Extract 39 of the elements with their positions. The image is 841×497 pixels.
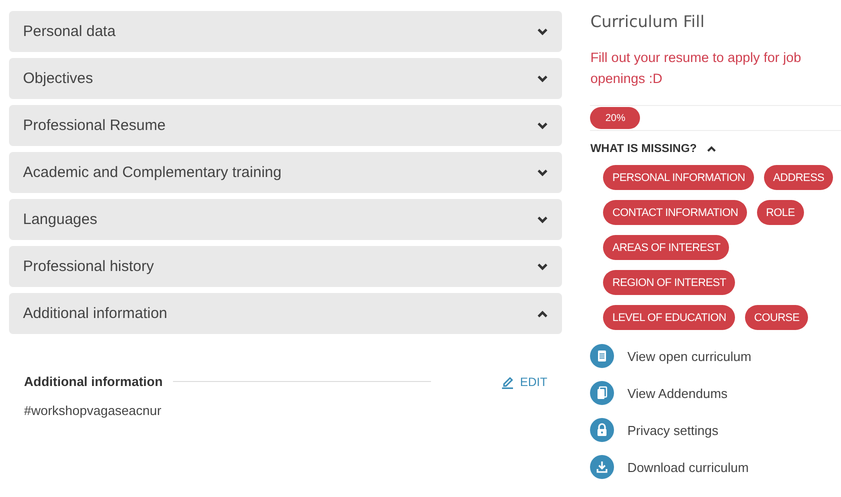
accordion-header[interactable]: Academic and Complementary training bbox=[9, 152, 562, 193]
chevron-icon bbox=[537, 262, 548, 270]
missing-tag: PERSONAL INFORMATION bbox=[603, 165, 754, 190]
accordion-header[interactable]: Objectives bbox=[9, 58, 562, 99]
sidebar-link[interactable]: View open curriculum bbox=[590, 344, 841, 368]
chevron-icon bbox=[537, 168, 548, 176]
chevron-icon bbox=[537, 122, 548, 130]
missing-tag: AREAS OF INTEREST bbox=[603, 235, 730, 260]
missing-tag: ROLE bbox=[757, 200, 804, 225]
sidebar-link[interactable]: Privacy settings bbox=[590, 418, 841, 442]
edit-button[interactable]: EDIT bbox=[500, 374, 548, 388]
document-icon bbox=[590, 381, 614, 405]
accordion-header[interactable]: Personal data bbox=[9, 11, 562, 52]
chevron-icon bbox=[537, 310, 548, 318]
missing-tag: ADDRESS bbox=[764, 165, 834, 190]
chevron-icon bbox=[706, 146, 716, 152]
progress-bar: 20% bbox=[590, 107, 640, 129]
chevron-icon bbox=[537, 216, 548, 224]
pencil-icon bbox=[500, 374, 514, 388]
missing-tag: COURSE bbox=[745, 305, 808, 330]
missing-tag: REGION OF INTEREST bbox=[603, 270, 736, 295]
missing-toggle[interactable]: WHAT IS MISSING? bbox=[590, 143, 716, 155]
accordion-header[interactable]: Professional Resume bbox=[9, 105, 562, 146]
download-icon bbox=[590, 455, 614, 479]
missing-tag: CONTACT INFORMATION bbox=[603, 200, 747, 225]
missing-tag: LEVEL OF EDUCATION bbox=[603, 305, 736, 330]
message-text: Fill out your resume to apply for job openings :D bbox=[590, 49, 802, 88]
hashtag-text: #workshopvagaseacnur bbox=[24, 403, 162, 418]
accordion-header[interactable]: Additional information bbox=[9, 293, 562, 334]
sidebar-link[interactable]: View Addendums bbox=[590, 381, 841, 405]
document-icon bbox=[590, 344, 614, 368]
chevron-icon bbox=[537, 28, 548, 36]
accordion-header[interactable]: Languages bbox=[9, 199, 562, 240]
accordion-header[interactable]: Professional history bbox=[9, 246, 562, 287]
lock-icon bbox=[590, 418, 614, 442]
chevron-icon bbox=[537, 74, 548, 82]
sidebar-link[interactable]: Download curriculum bbox=[590, 455, 841, 479]
section-heading: Additional information bbox=[24, 374, 163, 389]
panel-title: Curriculum Fill bbox=[590, 12, 706, 31]
